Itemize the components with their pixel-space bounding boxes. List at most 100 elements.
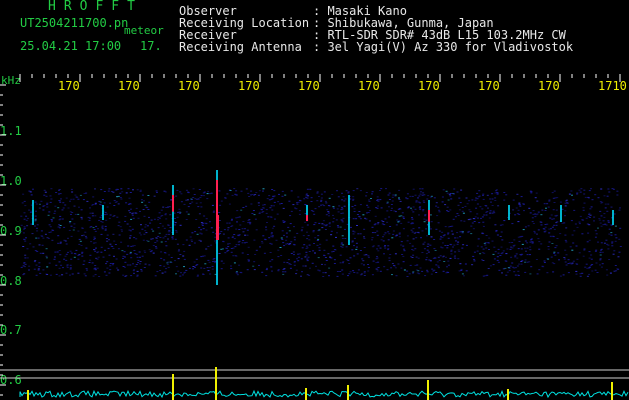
noise-dot bbox=[353, 245, 355, 247]
noise-dot bbox=[411, 209, 414, 211]
noise-dot bbox=[150, 219, 153, 221]
noise-dot bbox=[85, 268, 88, 270]
noise-dot bbox=[460, 189, 463, 191]
noise-dot bbox=[171, 235, 174, 237]
noise-dot bbox=[581, 272, 584, 274]
noise-dot bbox=[200, 267, 203, 269]
noise-dot bbox=[211, 204, 214, 206]
noise-dot bbox=[233, 234, 236, 235]
noise-dot bbox=[155, 190, 158, 192]
noise-dot bbox=[292, 243, 295, 245]
noise-dot bbox=[522, 203, 525, 205]
noise-dot bbox=[423, 218, 426, 220]
noise-dot bbox=[392, 233, 395, 235]
noise-dot bbox=[387, 245, 390, 247]
noise-dot bbox=[161, 225, 164, 227]
noise-dot bbox=[421, 252, 424, 253]
noise-dot bbox=[524, 259, 527, 261]
noise-dot bbox=[108, 239, 110, 241]
noise-dot bbox=[501, 239, 504, 241]
noise-dot bbox=[61, 274, 64, 276]
noise-dot bbox=[192, 188, 195, 190]
noise-dot bbox=[136, 270, 139, 272]
noise-dot bbox=[332, 206, 335, 208]
noise-dot bbox=[234, 193, 237, 195]
noise-dot bbox=[247, 246, 250, 248]
noise-dot bbox=[22, 246, 25, 247]
noise-dot bbox=[355, 248, 358, 250]
noise-dot bbox=[307, 235, 310, 237]
noise-dot bbox=[117, 195, 120, 197]
noise-dot bbox=[558, 259, 560, 261]
noise-dot bbox=[387, 249, 390, 251]
noise-dot bbox=[262, 188, 265, 190]
noise-dot bbox=[69, 221, 72, 223]
noise-dot bbox=[27, 217, 29, 219]
noise-dot bbox=[143, 215, 146, 217]
noise-dot bbox=[73, 227, 76, 229]
noise-dot bbox=[265, 269, 268, 271]
noise-dot bbox=[336, 271, 339, 272]
noise-dot bbox=[466, 203, 469, 205]
noise-dot bbox=[233, 238, 236, 240]
noise-dot bbox=[209, 273, 212, 275]
noise-dot bbox=[258, 190, 261, 192]
noise-dot bbox=[73, 256, 76, 258]
noise-dot bbox=[106, 234, 109, 236]
noise-dot bbox=[49, 201, 52, 203]
noise-dot bbox=[443, 234, 446, 236]
noise-dot bbox=[260, 208, 263, 210]
noise-dot bbox=[121, 230, 123, 232]
noise-dot bbox=[506, 271, 509, 273]
noise-dot bbox=[396, 219, 399, 221]
noise-dot bbox=[102, 256, 105, 258]
noise-dot bbox=[105, 213, 108, 215]
noise-dot bbox=[460, 220, 463, 222]
noise-dot bbox=[552, 236, 555, 238]
noise-dot bbox=[520, 261, 523, 262]
noise-dot bbox=[488, 249, 490, 250]
noise-dot bbox=[553, 202, 556, 203]
noise-dot bbox=[412, 188, 415, 190]
noise-dot bbox=[487, 242, 490, 244]
noise-dot bbox=[65, 253, 68, 255]
noise-dot bbox=[323, 191, 326, 193]
noise-dot bbox=[496, 193, 499, 195]
noise-dot bbox=[536, 233, 538, 235]
noise-dot bbox=[497, 252, 500, 254]
noise-dot bbox=[453, 188, 456, 190]
noise-dot bbox=[285, 243, 287, 245]
noise-dot bbox=[544, 226, 547, 228]
noise-dot bbox=[351, 241, 354, 243]
noise-dot bbox=[242, 221, 245, 222]
noise-dot bbox=[515, 207, 518, 209]
noise-dot bbox=[351, 249, 354, 251]
noise-dot bbox=[196, 264, 199, 266]
noise-dot bbox=[333, 263, 336, 264]
noise-dot bbox=[551, 262, 554, 264]
noise-dot bbox=[241, 252, 244, 254]
noise-dot bbox=[35, 264, 38, 266]
noise-dot bbox=[164, 241, 167, 243]
noise-dot bbox=[34, 218, 37, 220]
noise-dot bbox=[23, 200, 26, 202]
noise-dot bbox=[570, 190, 573, 192]
noise-dot bbox=[359, 250, 362, 251]
noise-dot bbox=[350, 226, 352, 228]
noise-dot bbox=[563, 257, 566, 258]
noise-dot bbox=[588, 212, 591, 214]
noise-dot bbox=[282, 242, 285, 244]
noise-dot bbox=[342, 196, 345, 198]
noise-dot bbox=[435, 228, 438, 230]
noise-dot bbox=[398, 215, 401, 217]
noise-dot bbox=[23, 226, 26, 228]
noise-dot bbox=[316, 240, 319, 241]
noise-dot bbox=[41, 235, 44, 237]
noise-dot bbox=[391, 200, 394, 202]
noise-dot bbox=[494, 200, 497, 201]
noise-dot bbox=[389, 226, 392, 227]
noise-dot bbox=[453, 256, 456, 258]
noise-dot bbox=[426, 198, 429, 200]
noise-dot bbox=[426, 245, 429, 247]
noise-dot bbox=[79, 240, 82, 242]
